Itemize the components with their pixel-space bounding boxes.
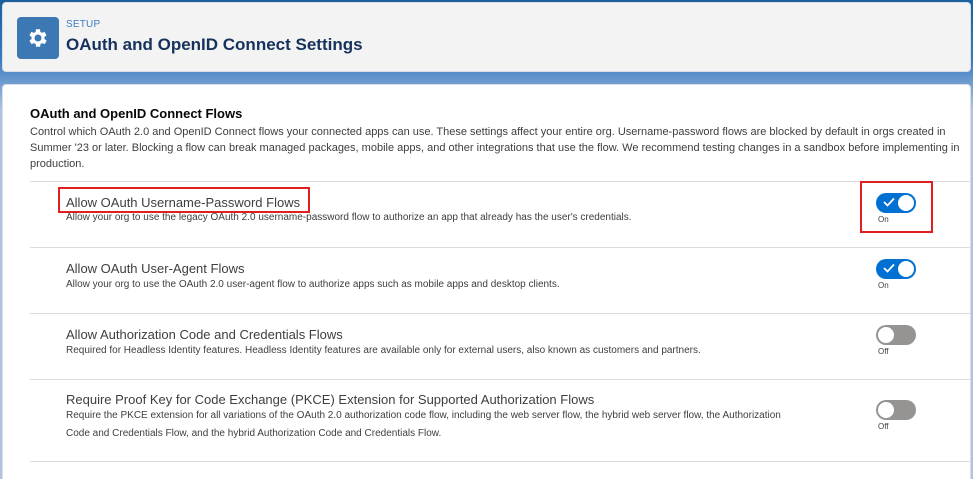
setting-description-auth-code-credentials: Required for Headless Identity features.… — [66, 345, 701, 356]
setting-description-user-agent: Allow your org to use the OAuth 2.0 user… — [66, 279, 560, 290]
divider — [30, 247, 970, 248]
toggle-user-agent[interactable] — [876, 259, 916, 279]
toggle-state-label: Off — [878, 347, 889, 356]
header-eyebrow: SETUP — [66, 19, 101, 30]
divider — [30, 379, 970, 380]
page-header: SETUP OAuth and OpenID Connect Settings — [2, 2, 971, 72]
setting-description-username-password: Allow your org to use the legacy OAuth 2… — [66, 212, 632, 223]
toggle-knob — [878, 327, 894, 343]
settings-panel: OAuth and OpenID Connect Flows Control w… — [2, 84, 971, 479]
toggle-knob — [898, 195, 914, 211]
divider — [30, 181, 970, 182]
divider — [30, 461, 970, 462]
setting-label-pkce: Require Proof Key for Code Exchange (PKC… — [66, 392, 595, 407]
toggle-pkce[interactable] — [876, 400, 916, 420]
divider — [30, 313, 970, 314]
setting-label-user-agent: Allow OAuth User-Agent Flows — [66, 261, 245, 276]
setting-description-pkce: Require the PKCE extension for all varia… — [66, 410, 781, 439]
check-icon — [883, 197, 895, 207]
section-description: Control which OAuth 2.0 and OpenID Conne… — [30, 126, 960, 170]
gear-icon — [17, 17, 59, 59]
toggle-auth-code-credentials[interactable] — [876, 325, 916, 345]
page-title: OAuth and OpenID Connect Settings — [66, 35, 363, 54]
setting-label-auth-code-credentials: Allow Authorization Code and Credentials… — [66, 327, 343, 342]
setting-label-username-password: Allow OAuth Username-Password Flows — [66, 195, 301, 210]
toggle-state-label: On — [878, 215, 889, 224]
toggle-knob — [898, 261, 914, 277]
toggle-knob — [878, 402, 894, 418]
toggle-state-label: On — [878, 281, 889, 290]
toggle-state-label: Off — [878, 422, 889, 431]
section-title: OAuth and OpenID Connect Flows — [30, 106, 243, 121]
toggle-username-password[interactable] — [876, 193, 916, 213]
check-icon — [883, 263, 895, 273]
